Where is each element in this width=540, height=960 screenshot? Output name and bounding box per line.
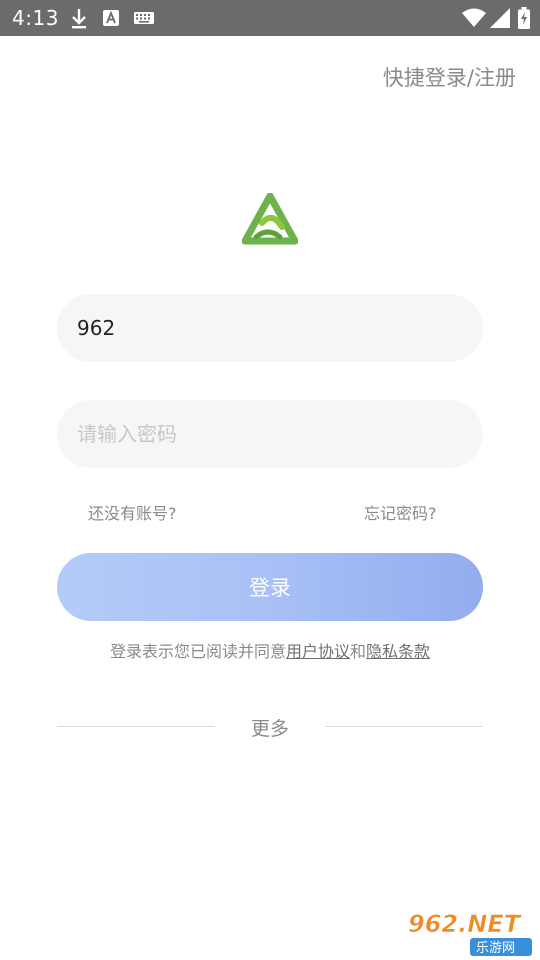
login-button[interactable]: 登录 [57,553,483,621]
account-input[interactable] [57,294,483,362]
status-bar: 4:13 [0,0,540,36]
quick-login-register-link[interactable]: 快捷登录/注册 [383,62,516,92]
wifi-icon [462,8,486,27]
site-watermark-logo: 962.NET 乐游网 [402,906,536,960]
agreement-text: 登录表示您已阅读并同意用户协议和隐私条款 [0,638,540,662]
app-logo-icon [242,193,298,245]
keyboard-icon [134,12,154,24]
status-time: 4:13 [12,6,59,30]
privacy-terms-link[interactable]: 隐私条款 [366,642,430,661]
more-divider: 更多 [57,714,483,740]
battery-icon [518,7,530,29]
user-agreement-link[interactable]: 用户协议 [286,642,350,661]
agreement-prefix: 登录表示您已阅读并同意 [109,642,286,661]
signal-icon [490,8,510,28]
forgot-password-link[interactable]: 忘记密码? [364,500,437,524]
more-options-label[interactable]: 更多 [57,714,483,741]
download-icon [72,9,86,29]
register-link[interactable]: 还没有账号? [88,500,177,524]
a-icon [103,10,119,26]
password-input[interactable] [57,400,483,468]
agreement-and: 和 [350,642,367,661]
watermark-subtext: 乐游网 [476,941,515,956]
divider-line-right [325,726,483,727]
watermark-text: 962.NET [408,910,522,938]
